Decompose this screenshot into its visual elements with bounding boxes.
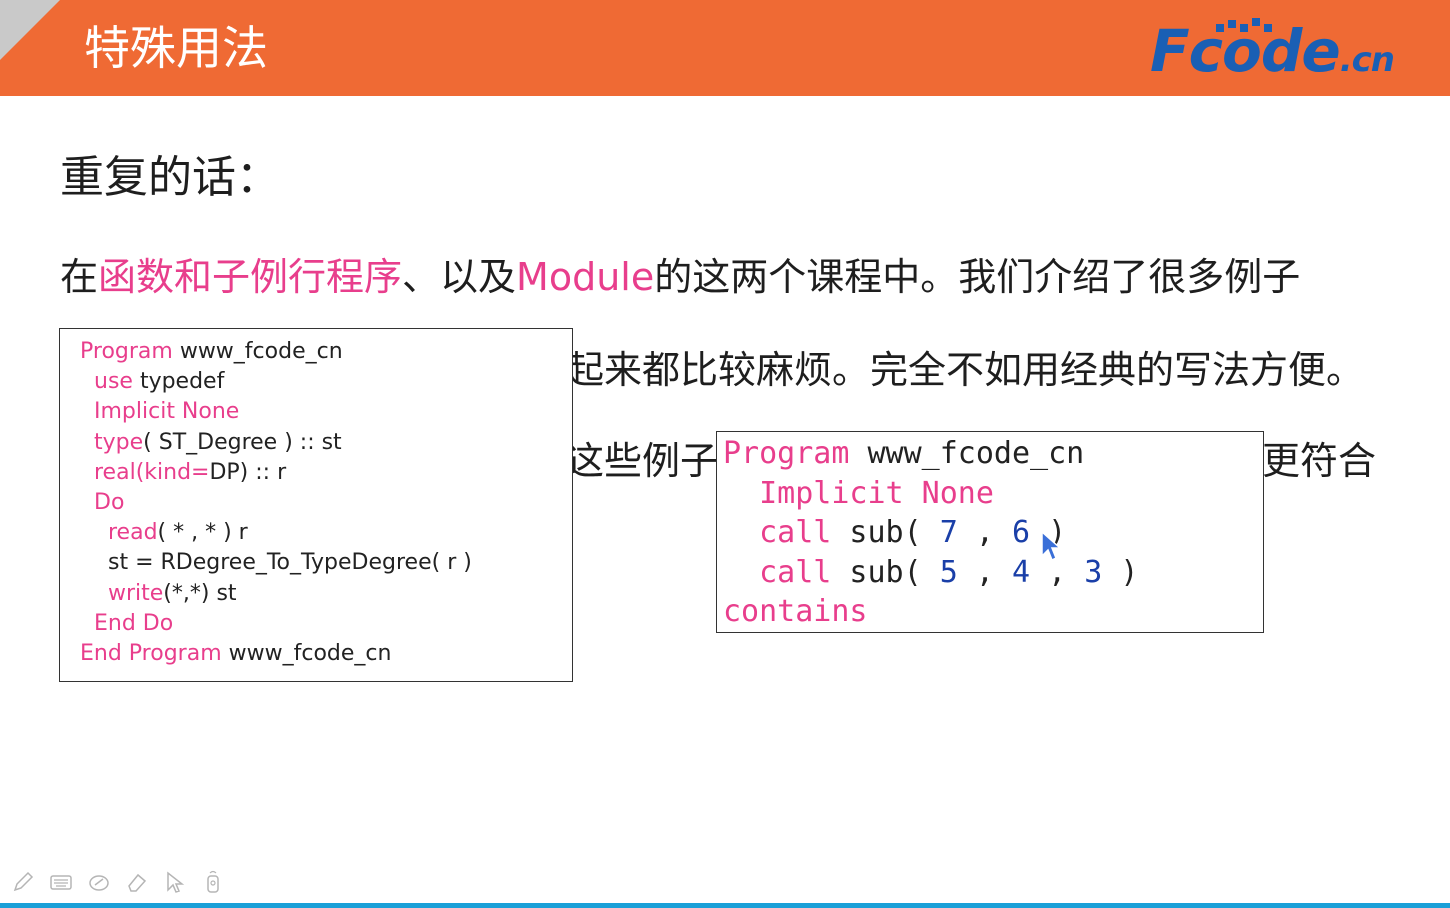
code-text: ) <box>1102 554 1139 590</box>
code-line: call sub( 7 , 6 ) <box>723 513 1263 553</box>
code-line: Program www_fcode_cn <box>723 434 1263 474</box>
code-number: 7 <box>939 515 958 550</box>
code-line: write(*,*) st <box>80 579 572 609</box>
code-keyword: read <box>107 520 158 546</box>
code-snippet-call-sub: Program www_fcode_cn Implicit None call … <box>716 431 1264 633</box>
code-keyword: Implicit None <box>759 475 994 511</box>
title-banner: 特殊用法 Fcode.cn <box>0 0 1450 96</box>
code-keyword: Program <box>723 436 850 471</box>
slide-title: 特殊用法 <box>84 21 268 75</box>
highlighter-icon[interactable] <box>84 867 114 897</box>
code-text: typedef <box>132 369 225 395</box>
code-line: read( * , * ) r <box>80 518 572 548</box>
code-keyword: Do <box>94 490 125 516</box>
code-keyword: End Do <box>94 610 174 636</box>
presentation-toolbar <box>8 864 228 900</box>
code-number: 3 <box>1084 554 1103 590</box>
code-text: DP) :: r <box>209 459 287 485</box>
code-text: sub( <box>831 554 940 590</box>
code-line: real(kind=DP) :: r <box>80 458 572 488</box>
bottom-accent-bar <box>0 903 1450 908</box>
text-segment: 、以及 <box>402 255 517 299</box>
paragraph-line-1: 在函数和子例行程序、以及Module的这两个课程中。我们介绍了很多例子 <box>60 252 1300 302</box>
code-line: Implicit None <box>80 397 572 427</box>
section-heading: 重复的话： <box>60 152 280 203</box>
laser-icon[interactable] <box>198 867 228 897</box>
highlight-functions-subroutines: 函数和子例行程序 <box>98 255 403 299</box>
code-line: End Do <box>80 609 572 639</box>
eraser-icon[interactable] <box>122 867 152 897</box>
code-keyword: write <box>107 580 164 606</box>
code-keyword: real(kind= <box>94 459 210 485</box>
code-line: type( ST_Degree ) :: st <box>80 428 572 458</box>
code-text: www_fcode_cn <box>849 436 1085 471</box>
paragraph-line-3-right: 更符合 <box>1262 439 1377 483</box>
banner-corner-decoration <box>0 0 60 60</box>
logo-main: Fcode <box>1150 17 1341 85</box>
code-snippet-typedef: Program www_fcode_cn use typedef Implici… <box>59 328 573 682</box>
text-segment: 的这两个课程中。我们介绍了很多例子 <box>654 255 1301 299</box>
code-keyword: use <box>94 369 133 395</box>
code-text: ( ST_Degree ) :: st <box>143 429 342 455</box>
code-line: st = RDegree_To_TypeDegree( r ) <box>80 548 572 578</box>
text-segment: 在 <box>60 255 99 299</box>
code-text: st = RDegree_To_TypeDegree( r ) <box>107 550 472 576</box>
code-text: (*,*) st <box>163 580 237 606</box>
paragraph-line-2: 起来都比较麻烦。完全不如用经典的写法方便。 <box>566 348 1365 392</box>
code-line: use typedef <box>80 367 572 397</box>
pointer-icon[interactable] <box>160 867 190 897</box>
code-keyword: End Program <box>80 641 222 667</box>
code-line: End Program www_fcode_cn <box>80 639 572 669</box>
code-text: , <box>957 554 1012 590</box>
code-keyword: type <box>94 429 144 455</box>
code-keyword: Program <box>80 339 173 364</box>
fcode-logo: Fcode.cn <box>1150 18 1442 84</box>
code-line: call sub( 5 , 4 , 3 ) <box>723 553 1263 593</box>
code-line: contains <box>723 592 1263 632</box>
code-text: ( * , * ) r <box>157 520 248 546</box>
code-number: 5 <box>939 554 958 590</box>
code-text: www_fcode_cn <box>172 339 343 364</box>
mouse-cursor-icon <box>1041 530 1062 562</box>
pen-icon[interactable] <box>8 867 38 897</box>
logo-text: Fcode.cn <box>1150 17 1395 93</box>
code-keyword: contains <box>723 594 868 629</box>
logo-suffix: .cn <box>1339 40 1395 80</box>
code-line: Do <box>80 488 572 518</box>
code-keyword: Implicit None <box>94 399 240 425</box>
code-line: Program www_fcode_cn <box>80 337 572 367</box>
code-text: , <box>957 515 1012 550</box>
code-text: www_fcode_cn <box>221 641 392 667</box>
highlight-module: Module <box>516 255 655 299</box>
code-text: sub( <box>831 515 940 550</box>
code-number: 6 <box>1012 515 1031 550</box>
code-number: 4 <box>1012 554 1031 590</box>
keyboard-icon[interactable] <box>46 867 76 897</box>
code-line: Implicit None <box>723 474 1263 514</box>
code-keyword: call <box>759 554 832 590</box>
code-keyword: call <box>759 515 832 550</box>
